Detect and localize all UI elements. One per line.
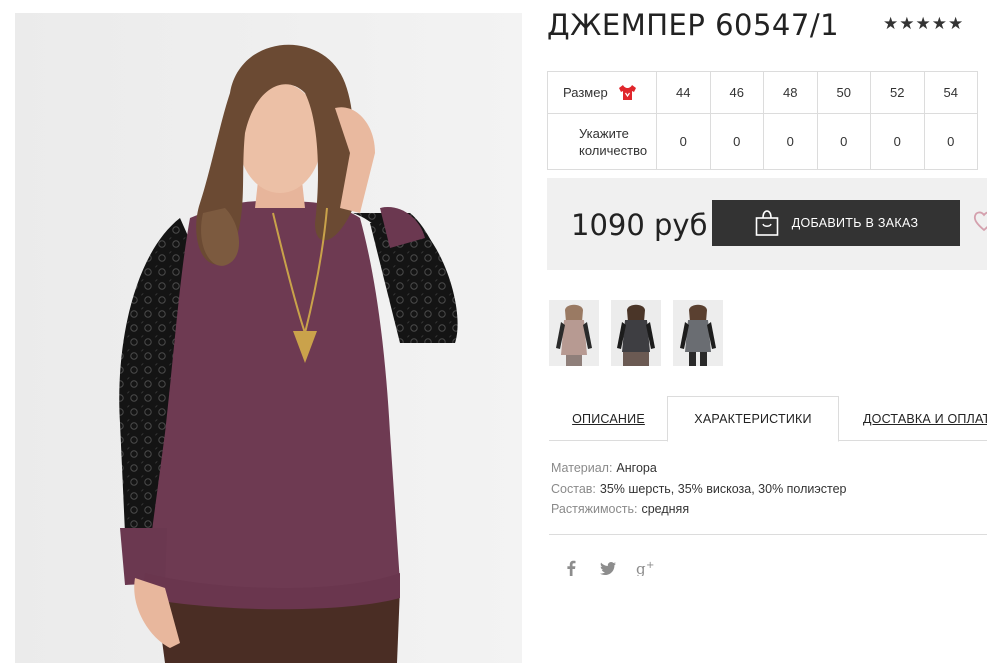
spec-value: средняя	[641, 502, 690, 516]
size-label: Размер	[563, 85, 608, 100]
tab-characteristics[interactable]: ХАРАКТЕРИСТИКИ	[667, 396, 839, 442]
svg-text:g: g	[636, 560, 646, 576]
quantity-label: Укажите количество	[563, 125, 656, 159]
product-title: ДЖЕМПЕР 60547/1	[547, 8, 840, 42]
product-tabs: ОПИСАНИЕ ХАРАКТЕРИСТИКИ ДОСТАВКА И ОПЛАТ…	[549, 396, 987, 442]
size-cell-46[interactable]: 46	[709, 71, 764, 114]
spec-row-material: Материал: Ангора	[551, 458, 847, 479]
quantity-input-44[interactable]: 0	[656, 113, 711, 170]
rating-stars[interactable]: ★★★★★	[883, 14, 964, 34]
favorite-heart-icon[interactable]	[973, 210, 987, 234]
quantity-input-50[interactable]: 0	[816, 113, 871, 170]
size-label-cell: Размер	[547, 71, 657, 114]
spec-key: Материал:	[551, 461, 613, 475]
facebook-icon[interactable]	[560, 557, 582, 579]
tab-delivery-payment-label: ДОСТАВКА И ОПЛАТА	[863, 411, 987, 426]
size-chart-shirt-icon[interactable]	[618, 84, 637, 101]
size-cell-50[interactable]: 50	[816, 71, 871, 114]
size-cell-48[interactable]: 48	[763, 71, 818, 114]
tab-characteristics-label: ХАРАКТЕРИСТИКИ	[694, 412, 812, 426]
spec-key: Состав:	[551, 481, 596, 496]
shopping-bag-icon	[755, 210, 778, 236]
product-photo[interactable]	[15, 13, 522, 663]
add-to-order-button[interactable]: ДОБАВИТЬ В ЗАКАЗ	[712, 200, 960, 246]
size-cell-44[interactable]: 44	[656, 71, 711, 114]
divider	[549, 534, 987, 535]
quantity-input-54[interactable]: 0	[923, 113, 978, 170]
size-cell-54[interactable]: 54	[923, 71, 978, 114]
size-table: Размер 44 46 48 50 52 54 Укажите количес…	[547, 71, 978, 170]
spec-row-composition: Состав: 35% шерсть, 35% вискоза, 30% поли…	[551, 479, 847, 500]
spec-value: 35% шерсть, 35% вискоза, 30% полиэстер	[599, 481, 847, 496]
google-plus-icon[interactable]: g +	[635, 557, 657, 579]
thumbnail-2[interactable]	[611, 300, 661, 366]
tab-description-label: ОПИСАНИЕ	[572, 411, 645, 426]
spec-row-stretch: Растяжимость: средняя	[551, 499, 847, 520]
spec-key: Растяжимость:	[551, 502, 638, 516]
quantity-row: Укажите количество 0 0 0 0 0 0	[547, 113, 978, 170]
specs-list: Материал: Ангора Состав: 35% шерсть, 35% в…	[551, 458, 847, 520]
quantity-input-46[interactable]: 0	[709, 113, 764, 170]
tab-delivery-payment[interactable]: ДОСТАВКА И ОПЛАТА	[851, 396, 987, 441]
svg-text:+: +	[646, 560, 654, 571]
spec-value: Ангора	[616, 461, 657, 475]
quantity-label-line1: Укажите	[579, 125, 629, 141]
quantity-input-48[interactable]: 0	[763, 113, 818, 170]
quantity-input-52[interactable]: 0	[870, 113, 925, 170]
price: 1090 руб	[571, 208, 708, 242]
size-cell-52[interactable]: 52	[870, 71, 925, 114]
add-to-order-label: ДОБАВИТЬ В ЗАКАЗ	[791, 216, 919, 230]
thumbnail-3[interactable]	[673, 300, 723, 366]
quantity-label-line2: количество	[579, 142, 648, 158]
twitter-icon[interactable]	[597, 557, 619, 579]
size-row: Размер 44 46 48 50 52 54	[547, 71, 978, 114]
tab-description[interactable]: ОПИСАНИЕ	[549, 396, 668, 441]
quantity-label-cell: Укажите количество	[547, 113, 657, 170]
thumbnail-1[interactable]	[549, 300, 599, 366]
buy-box: 1090 руб ДОБАВИТЬ В ЗАКАЗ	[547, 178, 987, 270]
